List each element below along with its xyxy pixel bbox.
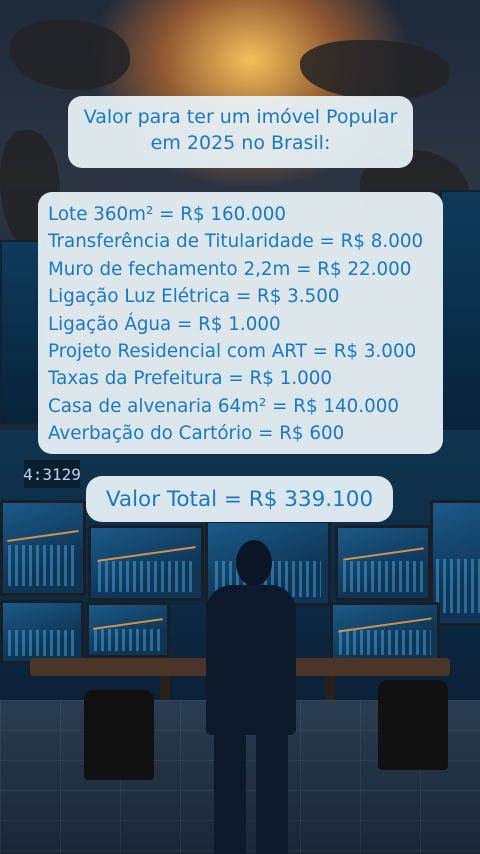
- total-value: Valor Total = R$ 339.100: [105, 486, 374, 512]
- list-item: Projeto Residencial com ART = R$ 3.000: [48, 341, 417, 363]
- ticker-text: 4:3129: [23, 464, 81, 484]
- person-head: [236, 540, 272, 586]
- list-item: Ligação Luz Elétrica = R$ 3.500: [48, 286, 340, 308]
- total-card: Valor Total = R$ 339.100: [86, 476, 393, 522]
- monitor-screen: [88, 525, 204, 601]
- page-title: Valor para ter um imóvel Popular em 2025…: [83, 106, 398, 154]
- monitor-screen: [335, 525, 431, 601]
- list-item: Ligação Água = R$ 1.000: [48, 313, 281, 335]
- list-item: Lote 360m² = R$ 160.000: [48, 204, 286, 225]
- cost-list-card: Lote 360m² = R$ 160.000 Transferência de…: [38, 192, 443, 454]
- list-item: Averbação do Cartório = R$ 600: [48, 423, 345, 445]
- title-card: Valor para ter um imóvel Popular em 2025…: [68, 96, 413, 168]
- person-body: [206, 585, 296, 735]
- list-item: Transferência de Titularidade = R$ 8.000: [48, 231, 424, 253]
- office-chair: [84, 690, 154, 780]
- monitor-screen: [330, 602, 440, 662]
- person-leg: [256, 730, 288, 854]
- right-monitor-stack: [440, 190, 480, 444]
- office-chair: [378, 680, 448, 770]
- monitor-screen: [0, 600, 84, 664]
- list-item: Muro de fechamento 2,2m = R$ 22.000: [48, 258, 412, 280]
- ticker-display: 4:3129: [23, 460, 81, 488]
- person-leg: [214, 730, 246, 854]
- monitor-screen: [0, 500, 86, 596]
- list-item: Taxas da Prefeitura = R$ 1.000: [48, 368, 333, 390]
- list-item: Casa de alvenaria 64m² = R$ 140.000: [48, 395, 399, 417]
- monitor-screen: [86, 602, 170, 658]
